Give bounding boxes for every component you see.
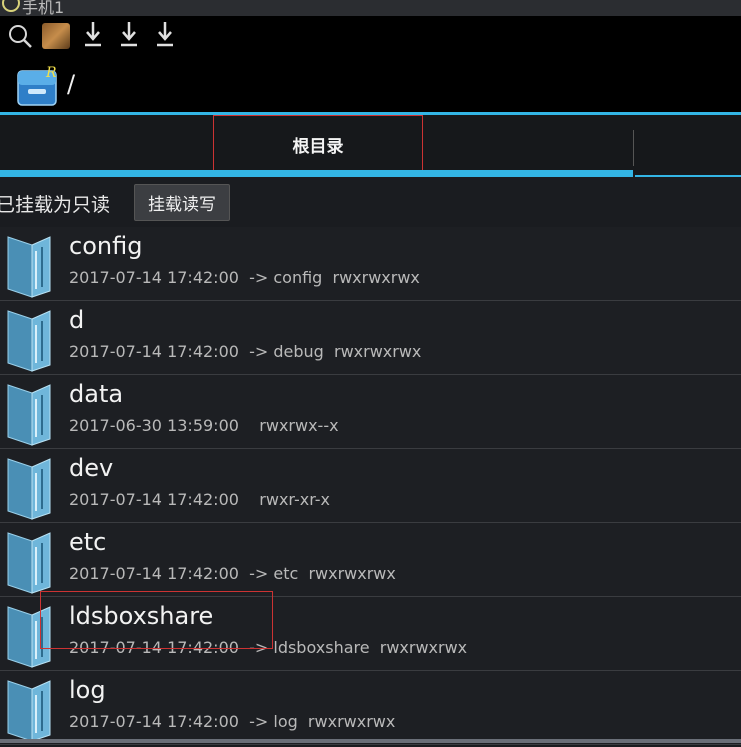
file-list: config 2017-07-14 17:42:00 -> config rwxr… bbox=[0, 227, 741, 745]
game-avatar-icon[interactable] bbox=[42, 23, 70, 49]
file-name: d bbox=[69, 306, 85, 334]
status-bar bbox=[0, 16, 741, 56]
tab-divider bbox=[633, 130, 634, 166]
current-path: / bbox=[67, 70, 76, 98]
file-row[interactable]: log 2017-07-14 17:42:00 -> log rwxrwxrwx bbox=[0, 671, 741, 745]
file-row[interactable]: d 2017-07-14 17:42:00 -> debug rwxrwxrwx bbox=[0, 301, 741, 375]
file-meta: 2017-07-14 17:42:00 -> etc rwxrwxrwx bbox=[69, 564, 396, 583]
window-title: 手机1 bbox=[22, 0, 65, 16]
mount-status-bar bbox=[0, 177, 741, 227]
tab-selected-indicator bbox=[0, 170, 633, 177]
file-meta: 2017-07-14 17:42:00 -> ldsboxshare rwxrw… bbox=[69, 638, 468, 657]
folder-icon bbox=[6, 529, 52, 595]
mount-read-write-button[interactable]: 挂载读写 bbox=[134, 184, 230, 221]
file-meta: 2017-06-30 13:59:00 rwxrwx--x bbox=[69, 416, 339, 435]
folder-icon bbox=[6, 381, 52, 447]
download-icon bbox=[121, 22, 137, 47]
file-meta: 2017-07-14 17:42:00 -> debug rwxrwxrwx bbox=[69, 342, 422, 361]
bottom-strip bbox=[0, 739, 741, 743]
download-icon bbox=[85, 22, 101, 47]
file-name: etc bbox=[69, 528, 107, 556]
file-name: dev bbox=[69, 454, 114, 482]
mount-status-text: 已挂载为只读 bbox=[0, 194, 111, 216]
file-row[interactable]: etc 2017-07-14 17:42:00 -> etc rwxrwxrwx bbox=[0, 523, 741, 597]
folder-icon bbox=[6, 455, 52, 521]
search-icon[interactable] bbox=[8, 24, 34, 50]
file-name: ldsboxshare bbox=[69, 602, 214, 630]
download-icon bbox=[157, 22, 173, 47]
root-explorer-logo-icon[interactable]: R bbox=[16, 63, 58, 107]
file-meta: 2017-07-14 17:42:00 -> config rwxrwxrwx bbox=[69, 268, 420, 287]
file-row[interactable]: ldsboxshare 2017-07-14 17:42:00 -> ldsbox… bbox=[0, 597, 741, 671]
file-meta: 2017-07-14 17:42:00 -> log rwxrwxrwx bbox=[69, 712, 396, 731]
app-bar bbox=[0, 56, 741, 112]
app-window-icon bbox=[2, 0, 20, 12]
tab-root-directory[interactable]: 根目录 bbox=[213, 115, 423, 173]
svg-text:R: R bbox=[45, 65, 57, 81]
file-row[interactable]: data 2017-06-30 13:59:00 rwxrwx--x bbox=[0, 375, 741, 449]
file-row[interactable]: config 2017-07-14 17:42:00 -> config rwxr… bbox=[0, 227, 741, 301]
folder-icon bbox=[6, 677, 52, 743]
file-meta: 2017-07-14 17:42:00 rwxr-xr-x bbox=[69, 490, 330, 509]
file-row[interactable]: dev 2017-07-14 17:42:00 rwxr-xr-x bbox=[0, 449, 741, 523]
window-titlebar: 手机1 bbox=[0, 0, 741, 16]
folder-icon bbox=[6, 307, 52, 373]
file-name: log bbox=[69, 676, 106, 704]
file-name: data bbox=[69, 380, 124, 408]
folder-icon bbox=[6, 603, 52, 669]
folder-icon bbox=[6, 233, 52, 299]
file-name: config bbox=[69, 232, 143, 260]
